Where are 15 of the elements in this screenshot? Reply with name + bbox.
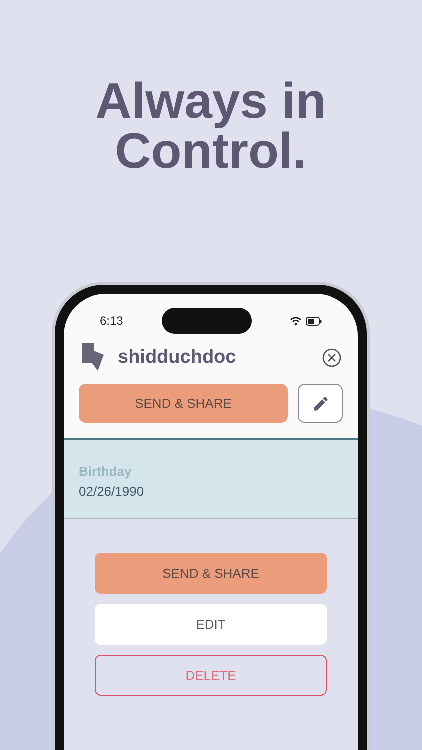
battery-icon: [306, 316, 322, 326]
danger-action-button[interactable]: DELETE: [95, 655, 327, 696]
field-label: Birthday: [79, 463, 133, 481]
secondary-action-button[interactable]: EDIT: [95, 604, 327, 645]
edit-button[interactable]: [298, 384, 343, 423]
headline: Always in: [96, 76, 326, 126]
send-share-button[interactable]: SEND & SHARE: [79, 384, 288, 423]
app-name: shidduchdoc: [118, 346, 236, 370]
wifi-icon: [290, 316, 302, 326]
primary-action-button[interactable]: SEND & SHARE: [95, 553, 327, 594]
logo-icon: [80, 343, 106, 373]
field-value: 02/26/1990: [79, 482, 146, 500]
pencil-icon: [312, 394, 330, 412]
close-icon[interactable]: [322, 348, 342, 368]
status-time: 6:13: [100, 313, 124, 330]
